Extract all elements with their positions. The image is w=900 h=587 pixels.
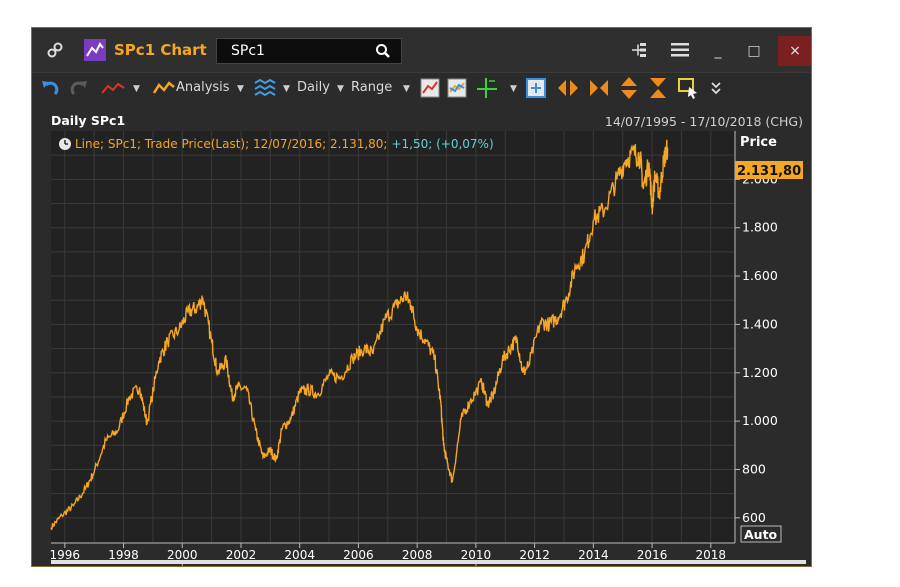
compress-vertical-icon[interactable] — [649, 77, 667, 99]
chart-app-icon — [84, 39, 106, 61]
interval-dropdown-icon[interactable]: ▼ — [337, 84, 344, 94]
analysis-icon[interactable] — [153, 81, 175, 95]
year-tick-label: 2002 — [226, 548, 257, 562]
price-tick-label: 1.200 — [742, 365, 778, 380]
analysis-dropdown-icon[interactable]: ▼ — [237, 84, 244, 94]
compare-icon[interactable] — [447, 78, 467, 98]
studies-icon[interactable] — [254, 78, 276, 98]
line-style-dropdown-icon[interactable]: ▼ — [133, 84, 140, 94]
price-tick-label: 1.800 — [742, 220, 778, 235]
expand-horizontal-icon[interactable] — [558, 79, 578, 97]
compress-horizontal-icon[interactable] — [589, 79, 609, 97]
year-tick-label: 2000 — [167, 548, 198, 562]
close-button[interactable]: × — [778, 36, 811, 66]
chart-area: Daily SPc1 14/07/1995 - 17/10/2018 (CHG)… — [32, 103, 811, 567]
price-tick-label: 1.600 — [742, 268, 778, 283]
year-tick-label: 2010 — [461, 548, 492, 562]
interval-menu[interactable]: Daily — [297, 80, 330, 96]
year-tick-label: 2006 — [343, 548, 374, 562]
legend-change: +1,50; (+0,07%) — [391, 137, 493, 151]
undo-icon[interactable] — [40, 78, 60, 98]
year-tick-label: 2018 — [696, 548, 727, 562]
tree-icon[interactable] — [630, 42, 648, 58]
redo-icon[interactable] — [69, 78, 89, 98]
last-price-label: 2.131,80 — [737, 164, 801, 179]
minimize-button[interactable]: _ — [703, 36, 733, 66]
time-axis-ticks: 1996 1998 2000 2002 2004 2006 2008 2010 2012 2014… — [50, 543, 727, 562]
maximize-button[interactable]: □ — [739, 36, 769, 66]
year-tick-label: 1996 — [50, 548, 81, 562]
studies-dropdown-icon[interactable]: ▼ — [283, 84, 290, 94]
price-tick-label: 600 — [742, 510, 766, 525]
window-title: SPc1 Chart — [114, 41, 207, 59]
year-tick-label: 2008 — [402, 548, 433, 562]
chart-type-icon[interactable] — [420, 78, 440, 98]
year-tick-label: 2014 — [578, 548, 609, 562]
chart-window: SPc1 Chart SPc1 _ □ × ▼ Analysis ▼ ▼ Dai… — [31, 27, 812, 567]
legend-line-text: Line; SPc1; Trade Price(Last); 12/07/201… — [75, 137, 494, 151]
year-tick-label: 2016 — [637, 548, 668, 562]
crosshair-icon[interactable] — [476, 77, 498, 99]
crosshair-dropdown-icon[interactable]: ▼ — [510, 84, 517, 94]
more-icon[interactable] — [710, 81, 722, 95]
year-tick-label: 2012 — [519, 548, 550, 562]
price-axis-title: Price — [740, 135, 777, 150]
legend-icon[interactable] — [59, 138, 71, 150]
zoom-box-icon[interactable] — [526, 78, 546, 98]
plot-background — [51, 131, 734, 542]
link-icon[interactable] — [46, 41, 64, 59]
line-style-icon[interactable] — [101, 81, 125, 95]
price-tick-label: 1.000 — [742, 413, 778, 428]
price-chart[interactable]: 6008001.0001.2001.4001.6001.8002.000 199… — [32, 103, 811, 567]
price-tick-label: 1.400 — [742, 316, 778, 331]
auto-scale-label[interactable]: Auto — [744, 527, 778, 542]
chart-toolbar: ▼ Analysis ▼ ▼ Daily ▼ Range ▼ ▼ — [32, 72, 811, 104]
title-bar: SPc1 Chart SPc1 _ □ × — [32, 28, 811, 72]
symbol-search-input[interactable]: SPc1 — [231, 43, 265, 59]
year-tick-label: 1998 — [108, 548, 139, 562]
expand-vertical-icon[interactable] — [620, 77, 638, 99]
price-axis-ticks: 6008001.0001.2001.4001.6001.8002.000 — [735, 171, 778, 525]
price-tick-label: 800 — [742, 461, 766, 476]
range-menu[interactable]: Range — [351, 80, 392, 96]
horizontal-scrollbar[interactable] — [51, 560, 806, 564]
symbol-search-box[interactable]: SPc1 — [216, 38, 402, 64]
select-area-icon[interactable] — [677, 77, 699, 99]
search-icon[interactable] — [375, 43, 391, 59]
menu-icon[interactable] — [671, 43, 689, 57]
year-tick-label: 2004 — [284, 548, 315, 562]
range-dropdown-icon[interactable]: ▼ — [403, 84, 410, 94]
analysis-menu[interactable]: Analysis — [176, 80, 230, 96]
